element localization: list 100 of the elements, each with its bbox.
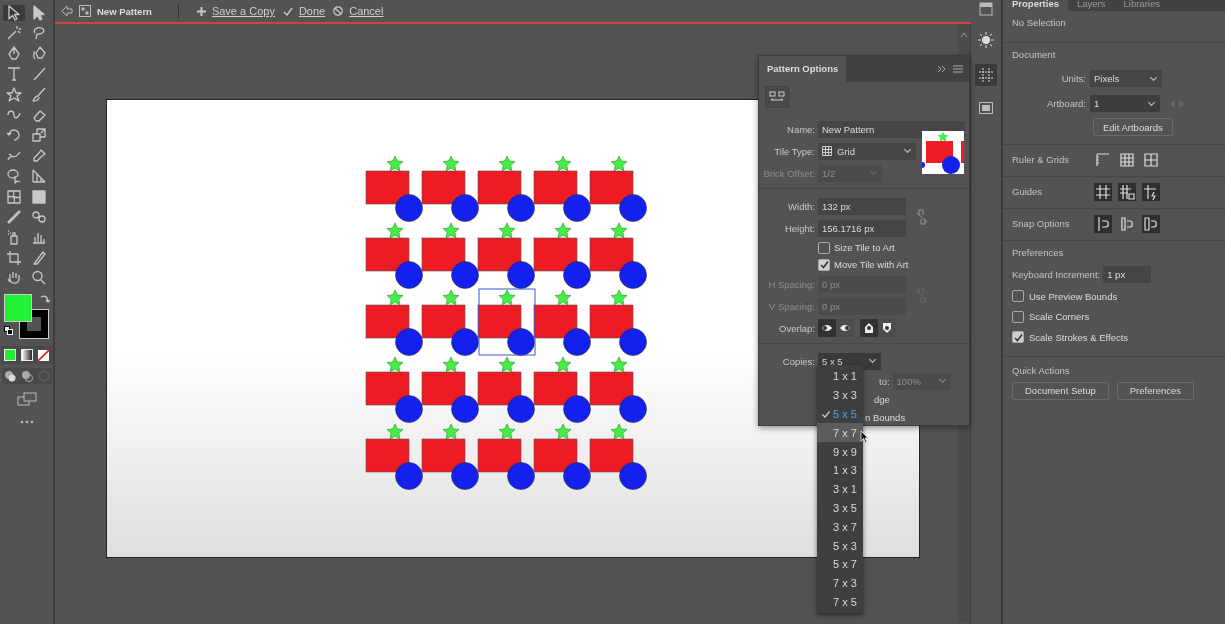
panel-icon[interactable]: [979, 2, 993, 16]
panel-tab[interactable]: Layers: [1068, 0, 1115, 11]
stroke-color-swatch[interactable]: [19, 310, 48, 339]
pattern-action-link[interactable]: Save a Copy: [211, 5, 275, 17]
pattern-tile-tool-button[interactable]: [765, 86, 789, 108]
none-mode-icon[interactable]: [36, 348, 51, 363]
collapse-icon[interactable]: [937, 65, 947, 73]
checkbox-label: Use Preview Bounds: [1029, 290, 1118, 302]
field-label: Artboard:: [1045, 98, 1086, 109]
fill-color-swatch[interactable]: [3, 294, 32, 323]
ruler-icon[interactable]: [1094, 150, 1112, 169]
selection-status: No Selection: [1012, 17, 1067, 28]
checkbox[interactable]: [1012, 331, 1024, 344]
gradient-mode-icon[interactable]: [19, 348, 34, 363]
back-arrow-icon[interactable]: [61, 5, 73, 17]
height-field[interactable]: 156.1716 px: [818, 219, 906, 237]
menu-item[interactable]: 9 x 9: [817, 442, 863, 461]
menu-item[interactable]: 3 x 7: [817, 517, 863, 537]
quick-action-button[interactable]: Preferences: [1116, 381, 1194, 400]
menu-item[interactable]: 3 x 1: [817, 479, 863, 499]
field-label: Copies:: [781, 355, 816, 367]
smart-guides-icon[interactable]: [1142, 182, 1160, 201]
eye-overlap-icon[interactable]: [818, 319, 836, 337]
menu-item[interactable]: 5 x 7: [817, 554, 863, 574]
grid-icon[interactable]: [1118, 150, 1136, 169]
link-icon[interactable]: [916, 209, 928, 225]
field-label: Width:: [787, 200, 816, 212]
pattern-action-link[interactable]: Cancel: [349, 5, 384, 17]
field-label: Units:: [1060, 73, 1086, 84]
menu-item[interactable]: 3 x 5: [817, 498, 863, 518]
checkbox[interactable]: [1012, 310, 1024, 323]
cancel-icon: [333, 6, 344, 16]
checkmark-icon: [282, 6, 293, 16]
units-dropdown[interactable]: Pixels: [1090, 70, 1162, 87]
stamp-overlap-icon[interactable]: [878, 319, 896, 337]
edit-artboards-button[interactable]: Edit Artboards: [1093, 118, 1173, 136]
checkbox-label: n Bounds: [865, 411, 906, 423]
field-label: Tile Type:: [773, 145, 816, 157]
snap-point-icon[interactable]: [1094, 214, 1112, 233]
artboard-dropdown[interactable]: 1: [1090, 95, 1160, 112]
field-label: Height:: [783, 222, 816, 234]
checkbox[interactable]: [818, 258, 830, 271]
menu-item[interactable]: 5 x 3: [817, 536, 863, 555]
quick-action-button[interactable]: Document Setup: [1012, 381, 1109, 400]
section-label: Guides: [1012, 186, 1044, 197]
menu-item[interactable]: 5 x 5: [817, 404, 863, 424]
checkbox-label: Size Tile to Art: [834, 242, 895, 253]
checkbox[interactable]: [1012, 290, 1024, 303]
menu-item[interactable]: 7 x 7: [817, 423, 863, 443]
pattern-name: New Pattern: [97, 5, 152, 17]
section-label: Snap Options: [1012, 218, 1071, 229]
default-colors-icon[interactable]: [3, 326, 13, 336]
name-field[interactable]: New Pattern: [818, 120, 965, 138]
pattern-action-link[interactable]: Done: [298, 5, 326, 17]
transparency-grid-icon[interactable]: [1142, 150, 1160, 169]
checkbox-label: dge: [874, 393, 890, 405]
checkbox-label: Scale Corners: [1029, 311, 1090, 323]
pattern-preview-thumbnail: [922, 131, 964, 174]
plus-icon: [196, 6, 206, 16]
panel-tab[interactable]: Libraries: [1114, 0, 1169, 11]
checkmark-icon: [822, 410, 830, 418]
checkbox-label: Scale Strokes & Effects: [1029, 331, 1129, 343]
eye-overlap-icon[interactable]: [836, 319, 854, 337]
sun-icon[interactable]: [978, 32, 994, 48]
mouse-pointer-icon: [860, 430, 869, 443]
snap-grid-icon[interactable]: [1118, 214, 1136, 233]
width-field[interactable]: 132 px: [818, 197, 906, 215]
stamp-overlap-icon[interactable]: [860, 319, 878, 337]
field-label: Overlap:: [778, 322, 816, 334]
screen-mode-icon[interactable]: [16, 392, 37, 407]
panel-tab[interactable]: Pattern Options: [759, 56, 847, 82]
menu-item[interactable]: 7 x 5: [817, 592, 863, 612]
checkbox[interactable]: [818, 241, 830, 254]
field-label: Name:: [786, 123, 816, 135]
tile-type-dropdown[interactable]: Grid: [818, 142, 916, 160]
pattern-swatch-icon: [79, 5, 91, 17]
menu-item[interactable]: 1 x 1: [817, 367, 863, 386]
keyboard-increment-field[interactable]: 1 px: [1103, 265, 1152, 283]
pattern-options-toggle[interactable]: [975, 64, 997, 86]
tile-edit-icon: [769, 91, 785, 103]
field-label: Keyboard Increment:: [1012, 268, 1101, 280]
more-dots-icon[interactable]: [19, 420, 34, 425]
guides-icon[interactable]: [1094, 182, 1112, 201]
menu-item[interactable]: 3 x 3: [817, 385, 863, 405]
section-heading: Quick Actions: [1012, 364, 1071, 376]
menu-item[interactable]: 7 x 3: [817, 573, 863, 593]
draw-behind-icon[interactable]: [20, 370, 33, 383]
menu-item[interactable]: 1 x 3: [817, 461, 863, 480]
snap-pixel-icon[interactable]: [1142, 214, 1160, 233]
grid-icon: [822, 146, 832, 156]
field-label: to:: [879, 375, 890, 387]
checkbox-label: Move Tile with Art: [834, 259, 909, 270]
swap-arrow-icon[interactable]: [39, 294, 50, 305]
lock-guides-icon[interactable]: [1118, 182, 1136, 201]
color-mode-icon[interactable]: [2, 348, 17, 363]
panel-tab[interactable]: Properties: [1003, 0, 1068, 11]
draw-normal-icon[interactable]: [3, 370, 16, 383]
section-heading: Document: [1012, 49, 1057, 60]
artboards-panel-icon[interactable]: [979, 102, 993, 114]
section-heading: Preferences: [1012, 247, 1065, 258]
